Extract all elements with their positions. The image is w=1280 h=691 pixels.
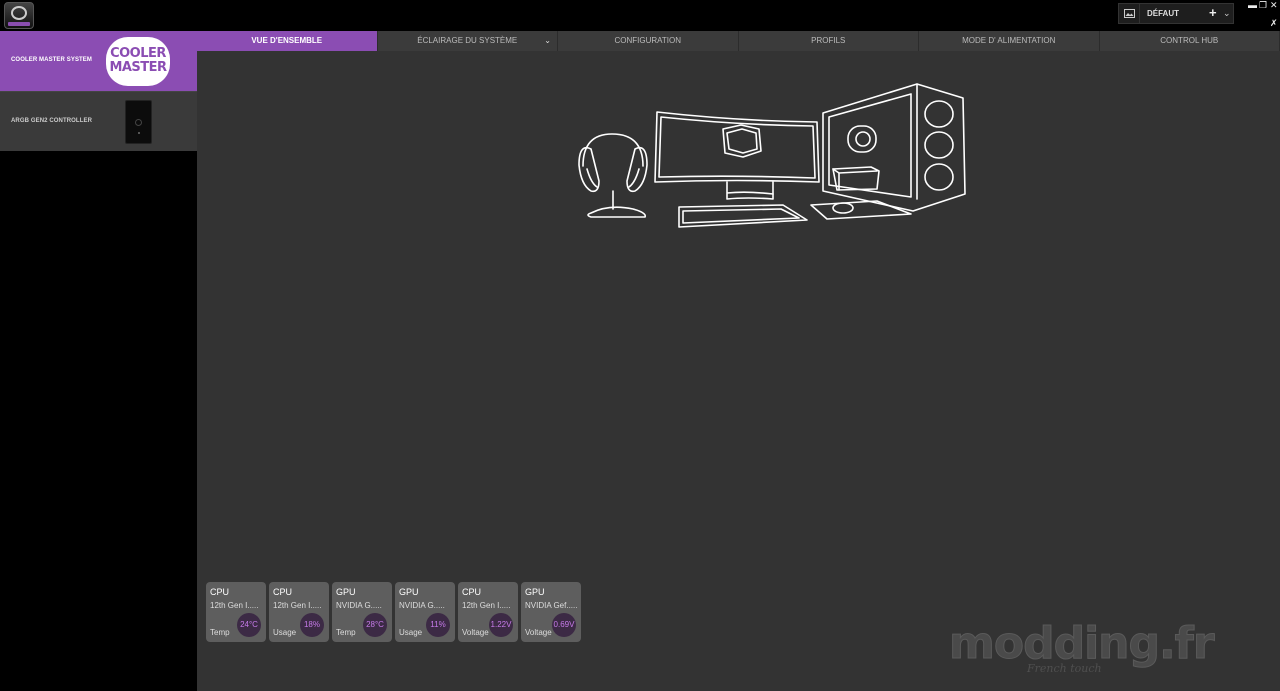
image-icon[interactable] — [1119, 4, 1140, 23]
chevron-down-icon[interactable]: ⌄ — [544, 31, 551, 51]
sensor-value: 28°C — [363, 613, 387, 637]
sensor-type: GPU — [399, 587, 419, 597]
sensor-type: CPU — [273, 587, 293, 597]
minimize-icon[interactable]: ▬ — [1248, 0, 1257, 10]
tab-power-mode[interactable]: MODE D' ALIMENTATION — [919, 31, 1100, 51]
masterplus-app-icon — [4, 2, 34, 29]
sensor-metric: Usage — [399, 628, 423, 637]
add-profile-icon[interactable]: + — [1209, 5, 1217, 20]
profile-name[interactable]: DÉFAUT — [1147, 9, 1179, 18]
monitor-icon — [654, 111, 820, 200]
sensor-type: GPU — [525, 587, 545, 597]
sensor-card[interactable]: GPU NVIDIA G..... Temp 28°C — [332, 582, 392, 642]
system-illustration — [578, 83, 966, 228]
tab-configuration[interactable]: CONFIGURATION — [558, 31, 739, 51]
sensor-card[interactable]: CPU 12th Gen I..... Voltage 1.22V — [458, 582, 518, 642]
sensor-card[interactable]: GPU NVIDIA Gef..... Voltage 0.69V — [521, 582, 581, 642]
pc-case-icon — [822, 83, 966, 212]
watermark-subtext: French touch — [1027, 662, 1102, 675]
sensor-card[interactable]: CPU 12th Gen I..... Usage 18% — [269, 582, 329, 642]
sensor-type: CPU — [462, 587, 482, 597]
close-icon[interactable]: ✕ — [1270, 0, 1278, 10]
sensor-device-name: 12th Gen I..... — [210, 601, 259, 610]
title-bar: DÉFAUT + ⌄ ▬ ❐ ✕ ✗ — [0, 0, 1280, 31]
sensor-value: 18% — [300, 613, 324, 637]
tab-overview[interactable]: VUE D'ENSEMBLE — [197, 31, 378, 51]
tab-bar: VUE D'ENSEMBLE ÉCLAIRAGE DU SYSTÈME ⌄ CON… — [197, 31, 1280, 51]
tools-icon[interactable]: ✗ — [1270, 18, 1278, 28]
sensor-cards: CPU 12th Gen I..... Temp 24°C CPU 12th G… — [206, 582, 581, 642]
sensor-metric: Temp — [210, 628, 230, 637]
sensor-metric: Temp — [336, 628, 356, 637]
device-label: ARGB GEN2 CONTROLLER — [11, 118, 93, 124]
sensor-type: CPU — [210, 587, 230, 597]
sensor-device-name: 12th Gen I..... — [462, 601, 511, 610]
profile-selector[interactable]: DÉFAUT + ⌄ — [1118, 3, 1234, 24]
mouse-icon — [810, 200, 912, 220]
sensor-metric: Usage — [273, 628, 297, 637]
keyboard-icon — [678, 204, 808, 228]
sensor-value: 11% — [426, 613, 450, 637]
sensor-type: GPU — [336, 587, 356, 597]
sensor-metric: Voltage — [462, 628, 489, 637]
controller-device-image — [125, 100, 152, 144]
sensor-device-name: 12th Gen I..... — [273, 601, 322, 610]
headset-icon — [578, 133, 648, 218]
device-sidebar: COOLER MASTER SYSTEM COOLER MASTER ARGB … — [0, 31, 197, 691]
restore-icon[interactable]: ❐ — [1259, 0, 1267, 10]
device-item-cooler-master-system[interactable]: COOLER MASTER SYSTEM COOLER MASTER — [0, 31, 197, 91]
sensor-value: 1.22V — [489, 613, 513, 637]
cooler-master-logo: COOLER MASTER — [106, 37, 170, 86]
sensor-card[interactable]: CPU 12th Gen I..... Temp 24°C — [206, 582, 266, 642]
sensor-value: 24°C — [237, 613, 261, 637]
modding-watermark: modding.fr French touch — [949, 618, 1216, 678]
sensor-device-name: NVIDIA G..... — [399, 601, 445, 610]
device-item-argb-gen2-controller[interactable]: ARGB GEN2 CONTROLLER — [0, 91, 197, 151]
chevron-down-icon[interactable]: ⌄ — [1223, 8, 1231, 19]
sensor-value: 0.69V — [552, 613, 576, 637]
tab-control-hub[interactable]: CONTROL HUB — [1100, 31, 1280, 51]
main-panel: VUE D'ENSEMBLE ÉCLAIRAGE DU SYSTÈME ⌄ CON… — [197, 31, 1280, 691]
device-label: COOLER MASTER SYSTEM — [11, 57, 93, 63]
sensor-metric: Voltage — [525, 628, 552, 637]
sensor-device-name: NVIDIA Gef..... — [525, 601, 578, 610]
tab-system-lighting[interactable]: ÉCLAIRAGE DU SYSTÈME ⌄ — [378, 31, 558, 51]
sensor-device-name: NVIDIA G..... — [336, 601, 382, 610]
sensor-card[interactable]: GPU NVIDIA G..... Usage 11% — [395, 582, 455, 642]
tab-profiles[interactable]: PROFILS — [739, 31, 919, 51]
